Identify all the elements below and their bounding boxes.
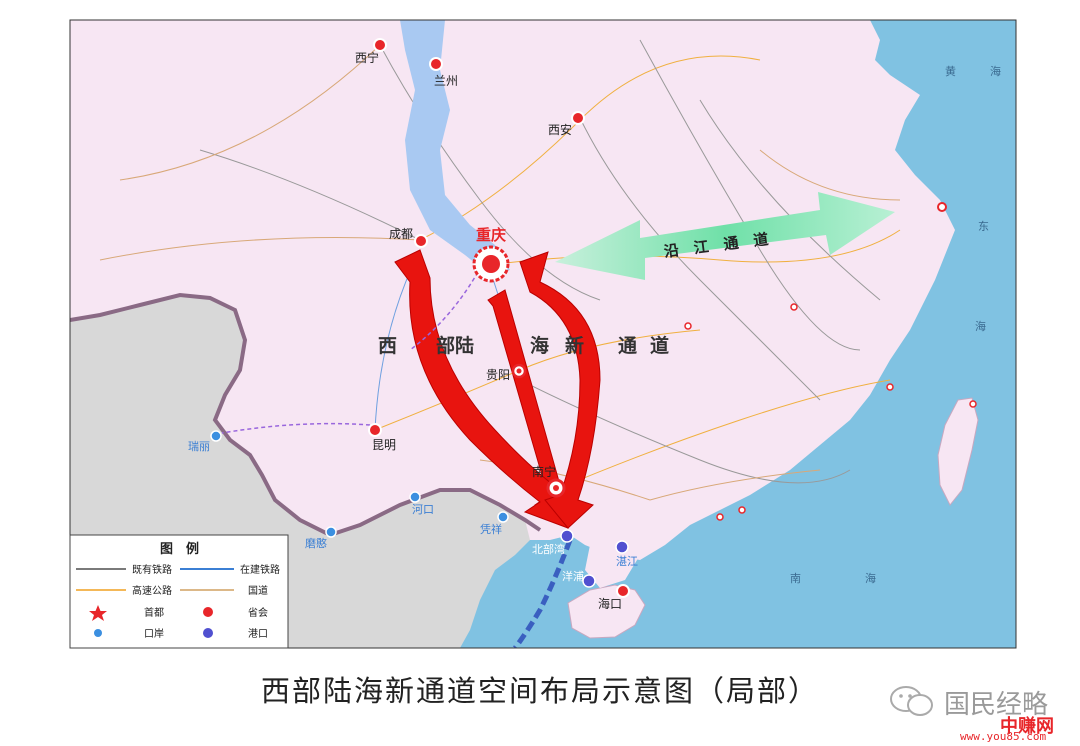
legend-expressway: 高速公路	[132, 584, 172, 597]
legend-capital: 首都	[144, 606, 164, 619]
port-of-entry-icon	[94, 629, 102, 637]
label-east-sea-1: 东	[978, 220, 989, 233]
port-of-entry-ruili	[210, 430, 222, 442]
provincial-capital-haikou	[616, 584, 630, 598]
label-yellow-sea-1: 黄	[945, 64, 956, 78]
label-chengdu: 成都	[389, 227, 413, 241]
label-haikou: 海口	[598, 596, 622, 611]
port-of-entry-hekou	[409, 491, 421, 503]
corridor-label-5: 通	[618, 335, 638, 357]
label-south-sea-1: 南	[790, 572, 801, 585]
legend-rail-under-construction: 在建铁路	[240, 563, 280, 576]
label-guiyang: 贵阳	[486, 368, 510, 382]
legend-national-highway: 国道	[248, 584, 268, 597]
label-zhanjiang: 湛江	[616, 555, 638, 568]
label-east-sea-2: 海	[975, 319, 986, 333]
corridor-label-6: 道	[650, 334, 669, 357]
provincial-capital-xining	[373, 38, 387, 52]
corridor-label-2: 部陆	[436, 334, 474, 357]
label-pingxiang: 凭祥	[480, 522, 502, 536]
label-beibuwan: 北部湾	[532, 542, 565, 556]
provincial-capital-chengdu	[414, 234, 428, 248]
anchor-icon	[203, 628, 213, 638]
label-yangpu: 洋浦	[562, 569, 584, 583]
port-yangpu	[582, 574, 596, 588]
label-mohan: 磨憨	[305, 536, 327, 550]
corridor-label-3: 海	[530, 334, 549, 357]
label-lanzhou: 兰州	[434, 74, 458, 88]
label-ruili: 瑞丽	[188, 439, 210, 453]
map: 西宁 兰州 西安 成都 贵阳 昆明 南宁 海口 重庆 瑞丽 河口 磨憨 凭祥 北…	[69, 19, 1017, 649]
watermark-url: www.you85.com	[960, 730, 1047, 743]
port-of-entry-pingxiang	[497, 511, 509, 523]
provincial-capital-xian	[571, 111, 585, 125]
label-south-sea-2: 海	[865, 571, 876, 585]
legend: 图 例 既有铁路 在建铁路 高速公路 国道 首都 省会 口岸 港口	[69, 534, 289, 649]
legend-title: 图 例	[160, 541, 199, 557]
label-hekou: 河口	[412, 503, 434, 516]
port-beibuwan	[560, 529, 574, 543]
legend-port-of-entry: 口岸	[144, 628, 164, 640]
label-yellow-sea-2: 海	[990, 64, 1001, 78]
port-zhanjiang	[615, 540, 629, 554]
label-chongqing: 重庆	[476, 226, 506, 244]
corridor-label-4: 新	[565, 334, 584, 357]
legend-existing-rail: 既有铁路	[132, 563, 172, 576]
corridor-label-1: 西	[378, 335, 397, 357]
label-nanning: 南宁	[532, 464, 556, 479]
label-xining: 西宁	[355, 50, 379, 65]
label-kunming: 昆明	[372, 438, 396, 452]
provincial-capital-kunming	[368, 423, 382, 437]
wechat-icon	[890, 686, 933, 716]
provincial-capital-lanzhou	[429, 57, 443, 71]
provincial-capital-icon	[203, 607, 213, 617]
legend-provincial-capital: 省会	[248, 606, 268, 619]
legend-port: 港口	[248, 628, 268, 640]
label-xian: 西安	[548, 122, 572, 137]
port-of-entry-mohan	[325, 526, 337, 538]
